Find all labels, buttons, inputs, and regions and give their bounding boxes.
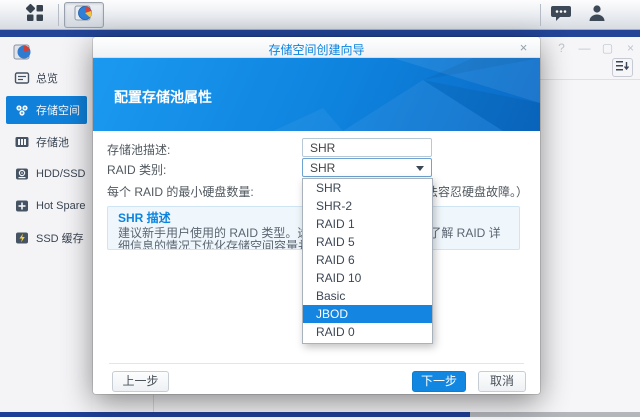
- description-label: 存储池描述:: [107, 141, 170, 158]
- dropdown-option-shr2[interactable]: SHR-2: [303, 197, 432, 215]
- dialog-header-banner: 配置存储池属性: [93, 58, 540, 131]
- dropdown-option-raid5[interactable]: RAID 5: [303, 233, 432, 251]
- dropdown-option-jbod[interactable]: JBOD: [303, 305, 432, 323]
- min-disks-label: 每个 RAID 的最小硬盘数量:: [107, 183, 254, 200]
- window-bottom-border: [0, 412, 640, 417]
- dialog-titlebar: 存储空间创建向导 ×: [93, 37, 540, 58]
- cancel-button[interactable]: 取消: [478, 371, 526, 392]
- dropdown-option-shr[interactable]: SHR: [303, 179, 432, 197]
- window-bottom-border-blue: [0, 412, 470, 417]
- taskbar: [0, 0, 640, 30]
- dropdown-option-raid1[interactable]: RAID 1: [303, 215, 432, 233]
- taskbar-separator-right: [540, 4, 541, 26]
- next-button[interactable]: 下一步: [412, 371, 466, 392]
- dialog-heading: 配置存储池属性: [114, 87, 212, 107]
- raid-type-dropdown: SHR SHR-2 RAID 1 RAID 5 RAID 6 RAID 10 B…: [302, 178, 433, 344]
- dropdown-option-raid0[interactable]: RAID 0: [303, 323, 432, 341]
- user-icon: [587, 3, 607, 28]
- raid-type-value: SHR: [310, 161, 335, 175]
- main-menu-icon: [25, 3, 45, 28]
- dialog-close-icon[interactable]: ×: [516, 40, 531, 55]
- raid-type-select[interactable]: SHR: [302, 158, 432, 177]
- chat-icon: [550, 3, 572, 28]
- chevron-down-icon: [416, 166, 424, 171]
- back-button[interactable]: 上一步: [112, 371, 169, 392]
- main-menu-button[interactable]: [14, 2, 56, 28]
- chat-button[interactable]: [546, 4, 576, 26]
- description-input[interactable]: [302, 138, 432, 157]
- raid-type-label: RAID 类别:: [107, 161, 166, 178]
- dropdown-option-basic[interactable]: Basic: [303, 287, 432, 305]
- screen: 总览 存储空间 存储池: [0, 0, 640, 420]
- dropdown-option-raid10[interactable]: RAID 10: [303, 269, 432, 287]
- taskbar-separator: [58, 4, 59, 26]
- dialog-footer: 上一步 下一步 取消: [93, 363, 540, 394]
- dropdown-option-raid6[interactable]: RAID 6: [303, 251, 432, 269]
- storage-creation-wizard-dialog: 存储空间创建向导 × 配置存储池属性 存储池描述: RAID 类别: SHR 每…: [93, 37, 540, 394]
- dialog-title: 存储空间创建向导: [93, 41, 540, 58]
- storage-manager-icon: [74, 3, 94, 28]
- user-button[interactable]: [582, 4, 612, 26]
- storage-manager-taskbar-button[interactable]: [64, 2, 104, 28]
